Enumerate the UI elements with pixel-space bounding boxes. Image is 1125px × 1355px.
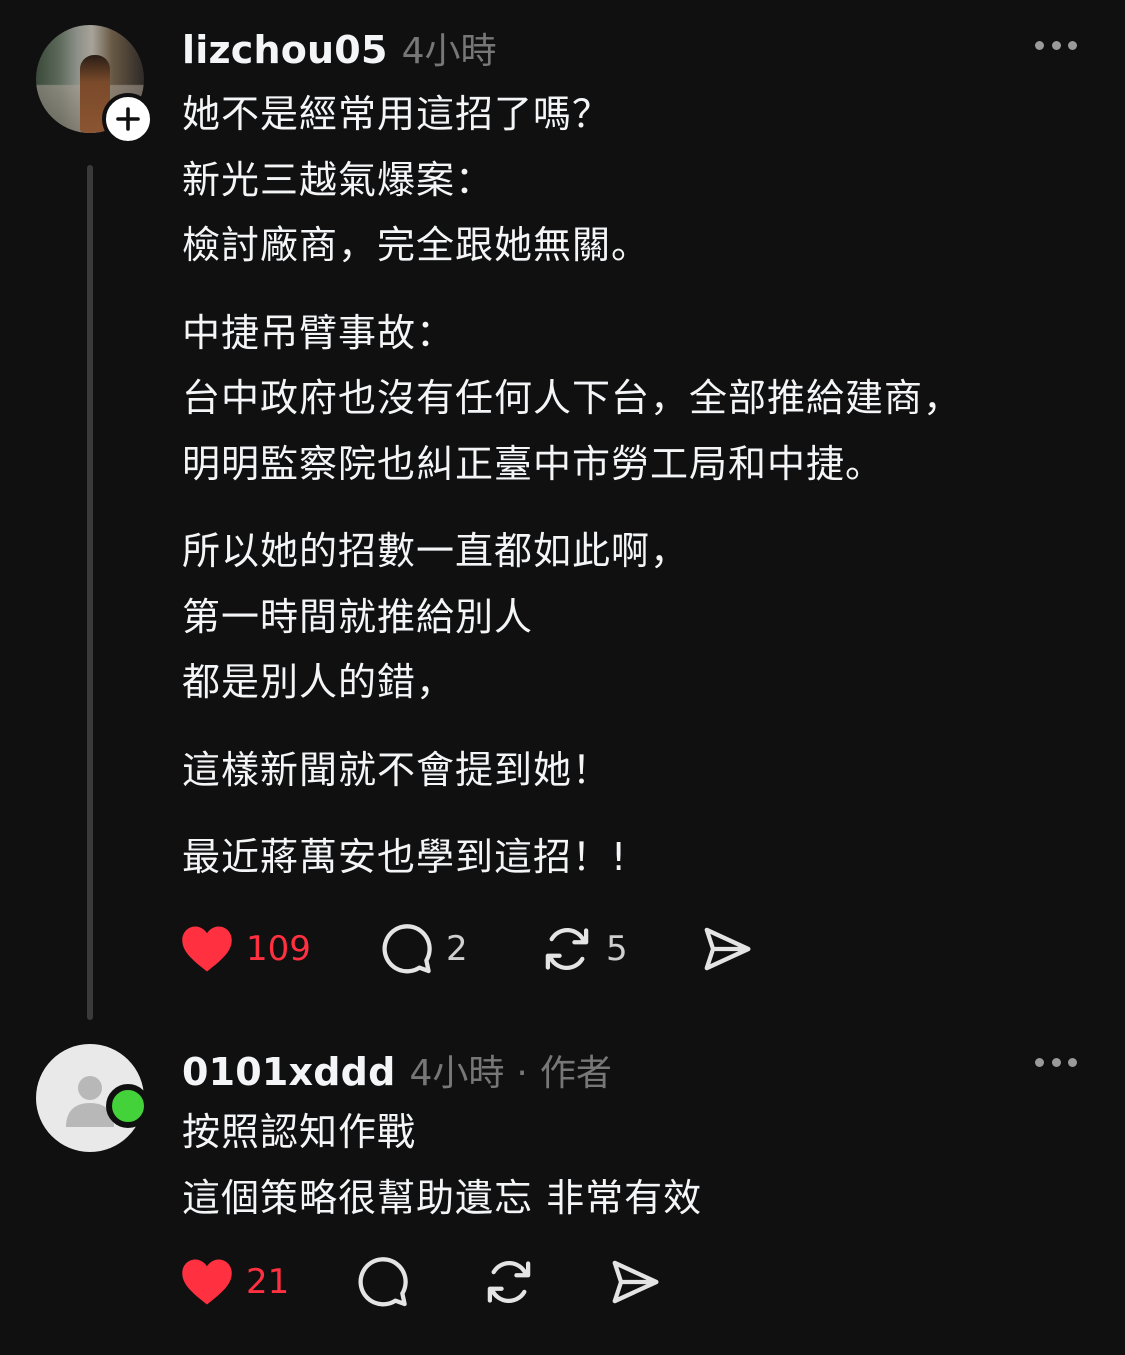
text-line: 這個策略很幫助遺忘 非常有效: [182, 1175, 703, 1220]
text-line: 按照認知作戰: [182, 1110, 417, 1154]
follow-button[interactable]: [102, 93, 154, 145]
more-dots-icon: [1035, 40, 1044, 50]
username[interactable]: lizchou05: [182, 28, 388, 72]
text-line: 都是別人的錯，: [182, 660, 456, 704]
action-bar: 109 2 5: [180, 920, 780, 978]
post-lizchou05: lizchou05 4小時 她不是經常用這招了嗎？ 新光三越氣爆案： 檢討廠商，…: [0, 0, 1125, 1030]
heart-filled-icon: [182, 1259, 232, 1305]
like-button[interactable]: 109: [180, 920, 311, 978]
like-button[interactable]: 21: [180, 1253, 289, 1311]
text-line: 這樣新聞就不會提到她！: [182, 747, 612, 792]
separator: ·: [516, 1053, 528, 1094]
text-line: 她不是經常用這招了嗎？: [182, 92, 612, 136]
like-count: 21: [246, 1262, 290, 1302]
repost-arrows-icon: [487, 1261, 531, 1303]
paragraph: 這樣新聞就不會提到她！: [182, 738, 1082, 804]
post-text: 她不是經常用這招了嗎？ 新光三越氣爆案： 檢討廠商，完全跟她無關。 中捷吊臂事故…: [182, 82, 1082, 913]
send-paper-plane-icon: [704, 927, 751, 971]
heart-filled-icon: [182, 926, 232, 972]
paragraph: 中捷吊臂事故： 台中政府也沒有任何人下台，全部推給建商， 明明監察院也糾正臺中市…: [182, 301, 1082, 498]
post-text: 按照認知作戰 這個策略很幫助遺忘 非常有效: [182, 1100, 1082, 1253]
timestamp: 4小時: [401, 31, 497, 72]
post-header: lizchou05 4小時: [182, 22, 497, 72]
comment-bubble-icon: [358, 1257, 408, 1307]
reply-count: 2: [446, 929, 468, 969]
text-line: 台中政府也沒有任何人下台，全部推給建商，: [182, 376, 963, 420]
thread-connector-line: [87, 165, 93, 1020]
repost-count: 5: [606, 929, 628, 969]
thread-view: lizchou05 4小時 她不是經常用這招了嗎？ 新光三越氣爆案： 檢討廠商，…: [0, 0, 1125, 1355]
text-line: 所以她的招數一直都如此啊，: [182, 529, 690, 573]
online-status-dot: [106, 1084, 150, 1128]
paragraph: 最近蔣萬安也學到這招！!: [182, 825, 1082, 891]
send-paper-plane-icon: [612, 1260, 659, 1304]
more-dots-icon: [1035, 1057, 1044, 1067]
text-line: 第一時間就推給別人: [182, 594, 534, 639]
paragraph: 所以她的招數一直都如此啊， 第一時間就推給別人 都是別人的錯，: [182, 519, 1082, 716]
text-line: 新光三越氣爆案：: [182, 157, 495, 202]
paragraph: 按照認知作戰 這個策略很幫助遺忘 非常有效: [182, 1100, 1082, 1231]
more-dots-icon: [1068, 40, 1077, 50]
more-dots-icon: [1051, 1057, 1061, 1067]
reply-button[interactable]: [356, 1253, 410, 1311]
timestamp: 4小時: [409, 1053, 505, 1094]
text-line: 中捷吊臂事故：: [182, 310, 456, 355]
author-badge: 作者: [539, 1053, 612, 1094]
reply-button[interactable]: 2: [380, 920, 468, 978]
paragraph: 她不是經常用這招了嗎？ 新光三越氣爆案： 檢討廠商，完全跟她無關。: [182, 82, 1082, 279]
repost-button[interactable]: 5: [540, 920, 628, 978]
more-options-button[interactable]: [1035, 1056, 1077, 1068]
action-bar: 21: [180, 1253, 700, 1311]
repost-button[interactable]: [482, 1253, 536, 1311]
more-dots-icon: [1068, 1057, 1077, 1067]
more-options-button[interactable]: [1035, 39, 1077, 51]
repost-arrows-icon: [545, 928, 589, 970]
text-line: 明明監察院也糾正臺中市勞工局和中捷。: [182, 441, 885, 486]
share-button[interactable]: [700, 920, 754, 978]
post-0101xddd: 0101xddd 4小時 · 作者 按照認知作戰 這個策略很幫助遺忘 非常有效 …: [0, 1030, 1125, 1355]
post-header: 0101xddd 4小時 · 作者: [182, 1044, 612, 1094]
like-count: 109: [246, 929, 311, 969]
share-button[interactable]: [608, 1253, 662, 1311]
text-line: 最近蔣萬安也學到這招！!: [182, 835, 628, 879]
comment-bubble-icon: [382, 924, 432, 974]
more-dots-icon: [1051, 40, 1061, 50]
username[interactable]: 0101xddd: [182, 1050, 395, 1094]
text-line: 檢討廠商，完全跟她無關。: [182, 223, 651, 267]
plus-icon: [116, 107, 140, 131]
